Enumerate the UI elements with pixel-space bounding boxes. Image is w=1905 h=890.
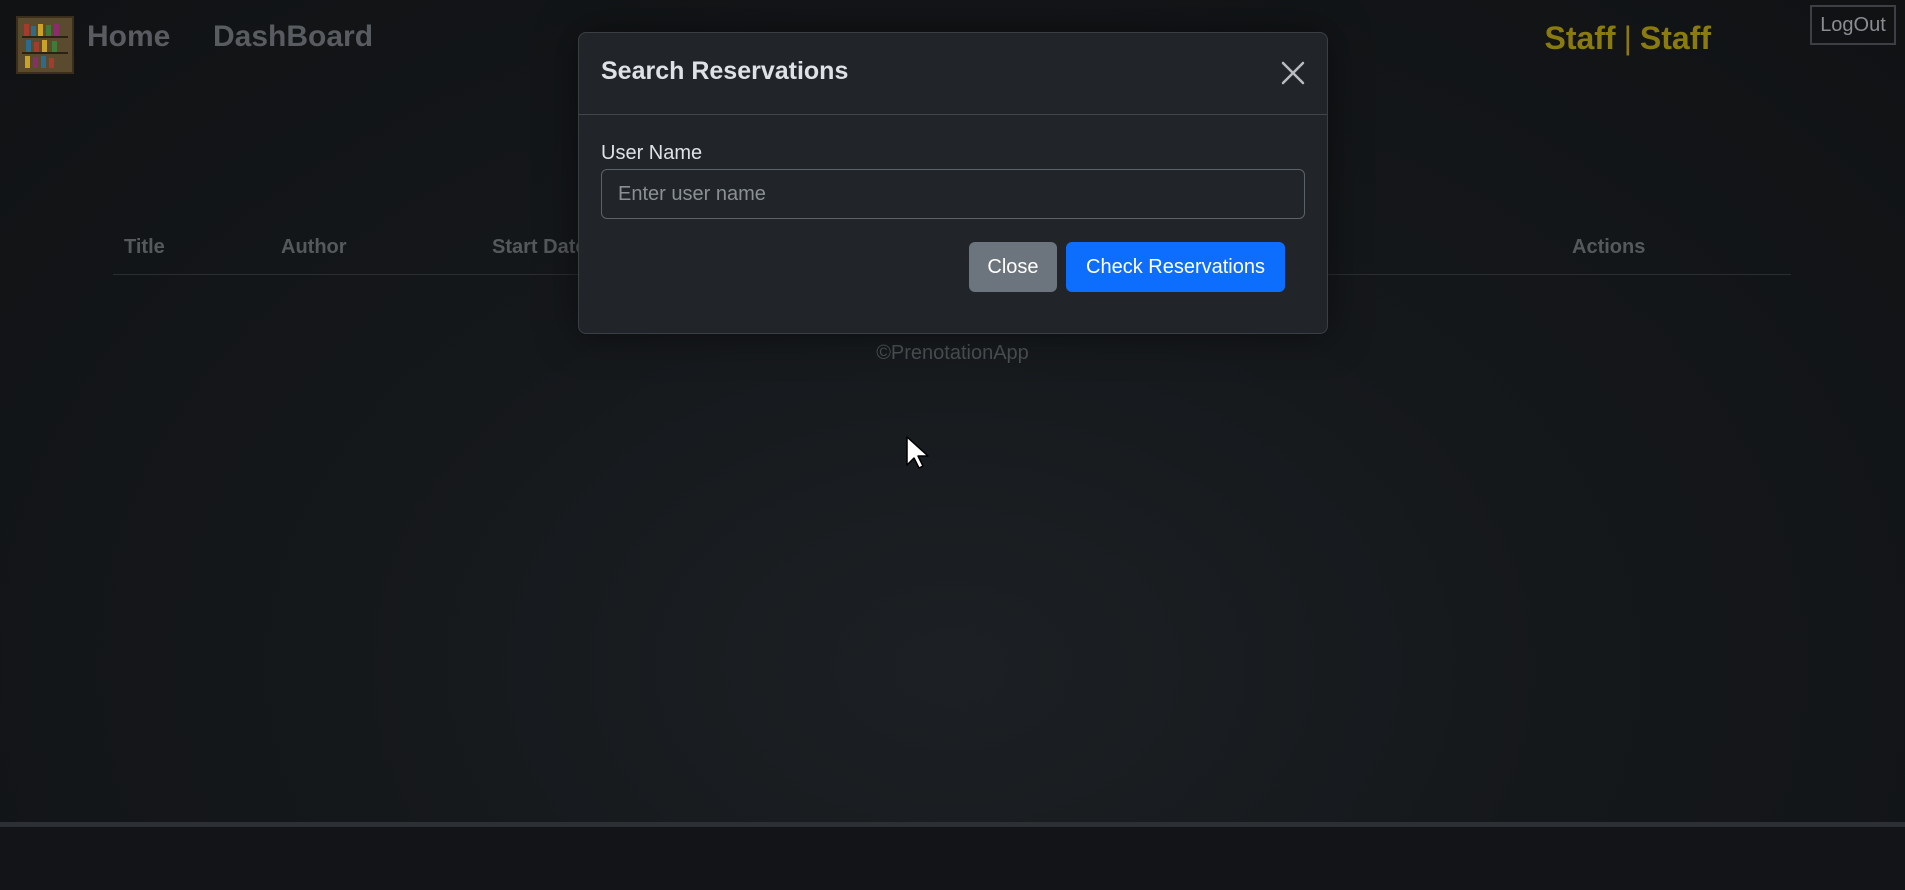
column-header-title: Title xyxy=(124,236,165,258)
logo-book xyxy=(46,25,51,36)
logo-book xyxy=(33,57,38,68)
logo-shelf xyxy=(22,36,68,38)
close-icon[interactable] xyxy=(1279,59,1307,87)
user-role: Staff xyxy=(1544,20,1616,56)
user-name-label: User Name xyxy=(601,142,703,164)
column-header-author: Author xyxy=(281,236,347,258)
logout-button[interactable]: LogOut xyxy=(1810,5,1896,45)
footer-copyright: ©PrenotationApp xyxy=(876,342,1029,364)
logo-book xyxy=(31,26,36,36)
user-name: Staff xyxy=(1639,20,1711,56)
logo-book xyxy=(42,40,47,52)
bottom-bar xyxy=(0,822,1905,890)
logo-book xyxy=(38,24,43,36)
logo-book xyxy=(26,40,31,52)
logo-shelf xyxy=(22,52,68,54)
page: Home DashBoard Staff | Staff LogOut Title … xyxy=(0,0,1905,890)
column-header-start-date: Start Date xyxy=(492,236,587,258)
logo-book xyxy=(24,24,29,36)
logo-book xyxy=(52,41,57,52)
column-header-actions: Actions xyxy=(1572,236,1646,258)
bookshelf-logo-icon[interactable] xyxy=(16,16,74,74)
logo-book xyxy=(41,56,46,68)
user-separator: | xyxy=(1623,20,1632,56)
close-button[interactable]: Close xyxy=(969,242,1057,292)
user-label: Staff | Staff xyxy=(1544,20,1711,57)
logo-book xyxy=(34,42,39,52)
mouse-pointer-icon xyxy=(906,436,929,469)
modal-title: Search Reservations xyxy=(601,57,849,85)
logo-book xyxy=(49,58,54,68)
logo-book xyxy=(54,24,59,36)
check-reservations-button[interactable]: Check Reservations xyxy=(1066,242,1285,292)
logo-book xyxy=(25,56,30,68)
user-name-input[interactable] xyxy=(601,169,1305,219)
search-reservations-modal: Search Reservations User Name Close Chec… xyxy=(578,32,1328,334)
nav-link-dashboard[interactable]: DashBoard xyxy=(213,20,373,54)
nav-link-home[interactable]: Home xyxy=(87,20,170,54)
modal-header: Search Reservations xyxy=(579,33,1327,115)
